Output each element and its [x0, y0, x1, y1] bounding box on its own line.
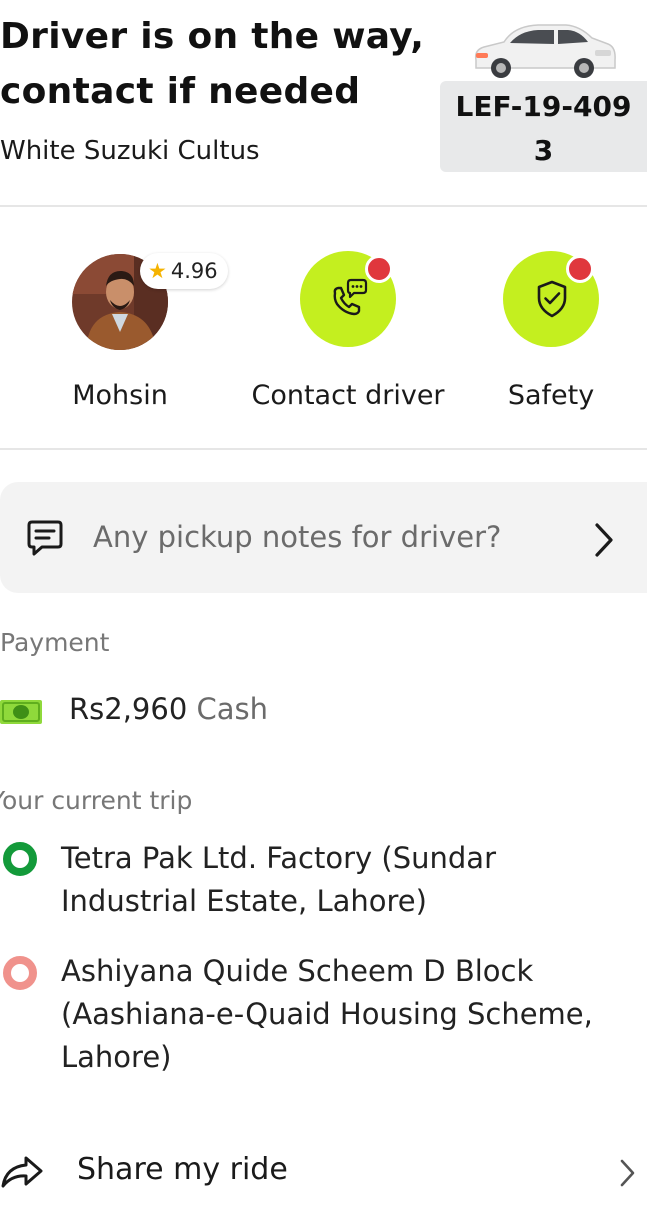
pickup-address-line-2: Industrial Estate, Lahore) [61, 884, 427, 918]
status-title-line-2: contact if needed [0, 71, 361, 112]
vehicle-description: White Suzuki Cultus [0, 136, 260, 166]
dropoff-address-line-2: (Aashiana-e-Quaid Housing Scheme, [61, 997, 593, 1031]
safety-label: Safety [507, 380, 595, 411]
pickup-address: Tetra Pak Ltd. Factory (Sundar Industria… [61, 837, 496, 923]
pickup-marker-icon [3, 842, 37, 876]
payment-amount: Rs2,960 Cash [69, 692, 268, 726]
cash-icon [0, 700, 42, 724]
car-icon [474, 24, 616, 78]
driver-name: Mohsin [72, 380, 168, 411]
share-my-ride-label: Share my ride [77, 1152, 288, 1187]
phone-chat-icon [333, 278, 368, 316]
driver-rating: 4.96 [170, 259, 218, 283]
pickup-address-line-1: Tetra Pak Ltd. Factory (Sundar [61, 841, 496, 875]
payment-section-label: Payment [0, 628, 110, 657]
dropoff-address-line-1: Ashiyana Quide Scheem D Block [61, 954, 534, 988]
safety-notification-dot [566, 255, 594, 283]
contact-notification-dot [365, 255, 393, 283]
plate-line-1: LEF-19-409 [455, 90, 632, 123]
dropoff-address: Ashiyana Quide Scheem D Block (Aashiana-… [61, 950, 593, 1079]
trip-section-label: Your current trip [0, 786, 193, 815]
chevron-right-icon [620, 1159, 635, 1187]
chevron-right-icon [595, 523, 613, 557]
share-arrow-icon [1, 1156, 43, 1188]
divider [0, 205, 647, 207]
payment-method: Cash [196, 692, 269, 726]
driver-rating-badge: ★ 4.96 [140, 253, 228, 289]
message-icon [27, 520, 63, 556]
pickup-notes-placeholder: Any pickup notes for driver? [93, 520, 502, 554]
plate-line-2: 3 [533, 134, 554, 167]
dropoff-marker-icon [3, 956, 37, 990]
payment-value: Rs2,960 [69, 692, 188, 726]
divider [0, 448, 647, 450]
contact-driver-label: Contact driver [251, 380, 445, 411]
shield-check-icon [537, 280, 567, 318]
status-title-line-1: Driver is on the way, [0, 16, 425, 57]
license-plate: LEF-19-409 3 [440, 81, 647, 172]
dropoff-address-line-3: Lahore) [61, 1040, 172, 1074]
star-icon: ★ [148, 259, 167, 283]
